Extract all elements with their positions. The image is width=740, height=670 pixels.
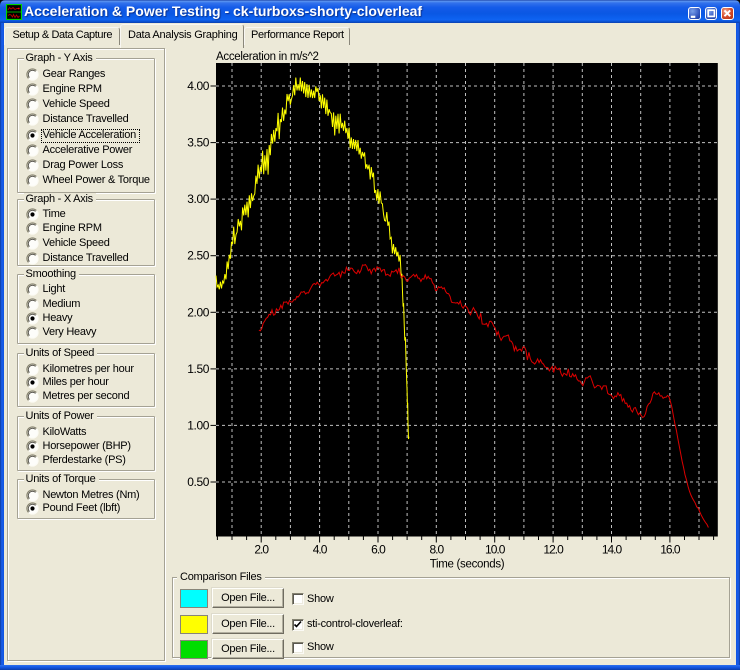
svg-text:12.0: 12.0 xyxy=(543,543,564,557)
svg-text:14.0: 14.0 xyxy=(602,543,623,557)
svg-text:1.50: 1.50 xyxy=(187,362,209,376)
svg-text:4.00: 4.00 xyxy=(187,79,209,93)
svg-text:2.00: 2.00 xyxy=(187,305,209,319)
svg-text:0.50: 0.50 xyxy=(187,475,209,489)
svg-text:6.0: 6.0 xyxy=(371,543,386,557)
svg-text:16.0: 16.0 xyxy=(660,543,681,557)
svg-text:2.0: 2.0 xyxy=(254,543,269,557)
svg-text:Time (seconds): Time (seconds) xyxy=(430,559,505,571)
svg-text:4.0: 4.0 xyxy=(313,543,328,557)
svg-text:8.0: 8.0 xyxy=(429,543,444,557)
svg-text:3.00: 3.00 xyxy=(187,192,209,206)
svg-text:2.50: 2.50 xyxy=(187,249,209,263)
svg-text:10.0: 10.0 xyxy=(485,543,506,557)
svg-text:3.50: 3.50 xyxy=(187,136,209,150)
svg-text:1.00: 1.00 xyxy=(187,418,209,432)
svg-text:Acceleration in m/s^2: Acceleration in m/s^2 xyxy=(216,51,319,63)
